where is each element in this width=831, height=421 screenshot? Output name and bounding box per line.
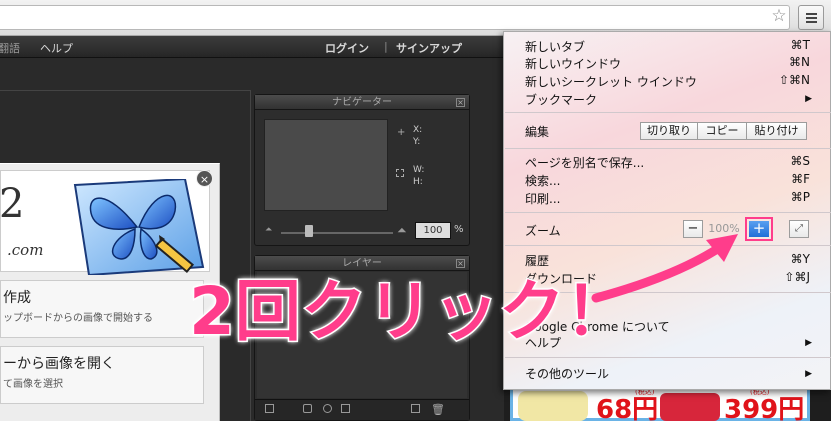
- open-from-computer-option[interactable]: ーから画像を開く て画像を選択: [0, 346, 204, 404]
- shortcut-new-tab: ⌘T: [790, 38, 810, 52]
- zoom-in-button[interactable]: +: [749, 221, 769, 237]
- paste-button[interactable]: 貼り付け: [746, 122, 807, 140]
- menu-separator: [505, 112, 831, 113]
- strawberry-image: [660, 393, 720, 421]
- create-option-desc: ップボードからの画像で開始する: [3, 313, 153, 324]
- menu-save-as[interactable]: ページを別名で保存...: [525, 154, 644, 171]
- chrome-menu-button[interactable]: [798, 5, 824, 30]
- layer-options-icon[interactable]: [265, 404, 274, 413]
- open-option-title: ーから画像を開く: [3, 356, 115, 372]
- menu-new-window[interactable]: 新しいウインドウ: [525, 55, 621, 72]
- annotation-click-twice: 2回クリック！: [188, 272, 633, 352]
- layer-mask-icon[interactable]: [323, 404, 332, 413]
- menu-separator: [505, 212, 831, 213]
- cut-button[interactable]: 切り取り: [640, 122, 698, 140]
- create-new-option[interactable]: 作成 ップボードからの画像で開始する: [0, 280, 204, 338]
- login-link[interactable]: ログイン: [325, 40, 369, 56]
- shortcut-save-as: ⌘S: [790, 154, 810, 168]
- y-label: Y:: [413, 137, 421, 147]
- navigator-title: ナビゲーター: [255, 95, 469, 110]
- submenu-arrow-icon: ▶: [805, 369, 812, 379]
- logo-card: 2 .com: [0, 170, 210, 275]
- shortcut-find: ⌘F: [791, 172, 810, 186]
- menu-more-tools[interactable]: その他のツール: [525, 365, 609, 382]
- menu-incognito[interactable]: 新しいシークレット ウインドウ: [525, 73, 697, 90]
- menu-history[interactable]: 履歴: [525, 252, 549, 269]
- submenu-arrow-icon: ▶: [805, 338, 812, 348]
- menu-fragment[interactable]: 翻語: [0, 40, 20, 56]
- divider: [250, 90, 251, 421]
- shortcut-downloads: ⇧⌘J: [784, 270, 810, 284]
- advertisement[interactable]: 68円 (税込) 399円 (税込): [510, 385, 810, 421]
- shortcut-print: ⌘P: [790, 190, 810, 204]
- menu-new-tab[interactable]: 新しいタブ: [525, 38, 585, 55]
- address-bar[interactable]: [0, 5, 790, 30]
- divider: [0, 90, 250, 91]
- menu-print[interactable]: 印刷...: [525, 190, 560, 207]
- open-option-desc: て画像を選択: [3, 379, 63, 390]
- fullscreen-icon[interactable]: ⤢: [789, 220, 809, 238]
- bookmark-star-icon[interactable]: ☆: [769, 6, 789, 26]
- create-option-title: 作成: [3, 290, 31, 306]
- signup-link[interactable]: サインアップ: [396, 40, 462, 56]
- shortcut-history: ⌘Y: [790, 252, 810, 266]
- butterfly-logo-icon: [73, 179, 205, 275]
- hamburger-icon: [806, 13, 817, 15]
- x-label: X:: [413, 125, 423, 135]
- shortcut-incognito: ⇧⌘N: [778, 73, 810, 87]
- menu-bookmarks[interactable]: ブックマーク: [525, 91, 597, 108]
- layers-title: レイヤー: [255, 256, 469, 271]
- menu-zoom-label: ズーム: [525, 224, 561, 238]
- logo-domain: .com: [7, 241, 44, 259]
- submenu-arrow-icon: ▶: [805, 94, 812, 104]
- crosshair-icon: +: [397, 127, 406, 138]
- zoom-slider-track[interactable]: [281, 232, 393, 234]
- w-label: W:: [413, 165, 425, 175]
- zoom-slider-handle[interactable]: [305, 225, 313, 237]
- close-icon[interactable]: ×: [456, 98, 465, 107]
- close-icon[interactable]: ×: [196, 170, 213, 187]
- percent-label: %: [454, 224, 464, 235]
- trash-icon[interactable]: 🗑: [431, 403, 445, 416]
- shortcut-new-window: ⌘N: [789, 55, 810, 69]
- help-link[interactable]: ヘルプ: [40, 40, 73, 56]
- close-icon[interactable]: ×: [456, 259, 465, 268]
- layer-style-icon[interactable]: [303, 404, 312, 413]
- menu-separator: [505, 148, 831, 149]
- link-divider: |: [384, 40, 388, 53]
- selection-icon: [396, 169, 404, 177]
- banana-image: [518, 391, 588, 421]
- h-label: H:: [413, 177, 423, 187]
- menu-edit-label: 編集: [525, 125, 550, 139]
- zoom-in-mountain-icon: ⏶: [397, 223, 407, 237]
- new-folder-icon[interactable]: [341, 404, 350, 413]
- zoom-percent-input[interactable]: 100: [415, 222, 451, 239]
- new-layer-icon[interactable]: [411, 404, 420, 413]
- app-header: 翻語 ヘルプ ログイン | サインアップ: [0, 36, 504, 58]
- copy-button[interactable]: コピー: [697, 122, 747, 140]
- welcome-dialog: 2 .com 作成 ップボードからの画像で開始する ーから画像を開く て画像を選…: [0, 163, 220, 421]
- menu-find[interactable]: 検索...: [525, 172, 560, 189]
- zoom-out-mountain-icon: ⏶: [265, 225, 273, 235]
- logo-text-fragment: 2: [0, 181, 25, 227]
- layers-footer: 🗑: [255, 399, 469, 420]
- navigator-preview: [264, 119, 388, 211]
- navigator-panel: ナビゲーター × + X: Y: W: H: ⏶ ⏶ 100 %: [254, 94, 470, 246]
- menu-separator: [505, 357, 831, 358]
